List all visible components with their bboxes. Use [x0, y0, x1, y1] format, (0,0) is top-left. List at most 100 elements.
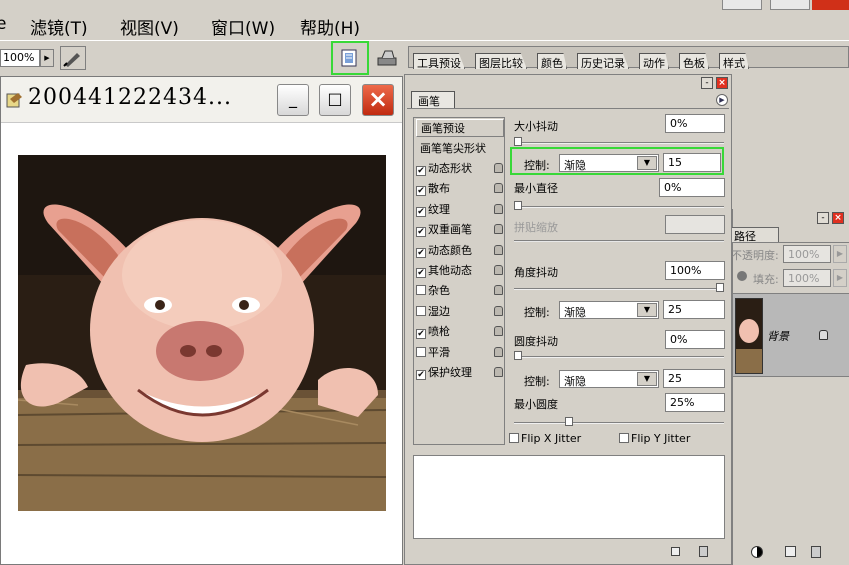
fill-field[interactable]: 100%	[783, 269, 831, 287]
checkbox-icon[interactable]: ✔	[416, 370, 426, 380]
brush-option-item[interactable]: ✔ 动态形状	[416, 160, 504, 178]
menu-edge[interactable]: e	[0, 14, 6, 34]
lock-icon[interactable]	[494, 367, 503, 377]
app-minimize-button[interactable]	[722, 0, 762, 10]
app-maximize-button[interactable]	[770, 0, 810, 10]
lock-icon[interactable]	[494, 244, 503, 255]
layers-close-icon[interactable]: ×	[832, 212, 844, 224]
checkbox-icon[interactable]: ✔	[416, 247, 426, 258]
lock-icon[interactable]	[494, 346, 503, 357]
brush-presets-button[interactable]: 画笔预设	[416, 119, 504, 137]
min-roundness-knob[interactable]	[564, 417, 573, 426]
checkbox-icon[interactable]	[416, 285, 426, 296]
document-titlebar[interactable]: 200441222434... _ □ ×	[1, 77, 402, 123]
flip-y-checkbox[interactable]: Flip Y Jitter	[619, 432, 690, 445]
tab-tool-presets[interactable]: 工具预设	[413, 53, 465, 69]
menu-view[interactable]: 视图(V)	[120, 14, 179, 39]
opacity-arrow-icon[interactable]: ▶	[833, 245, 847, 263]
brush-option-item[interactable]: ✔ 双重画笔	[416, 221, 504, 239]
lock-icon[interactable]	[494, 163, 503, 173]
menu-window[interactable]: 窗口(W)	[211, 14, 275, 39]
checkbox-icon[interactable]	[416, 346, 426, 357]
size-jitter-slider[interactable]	[514, 137, 724, 146]
app-close-button[interactable]	[812, 0, 849, 10]
roundness-jitter-slider[interactable]	[514, 351, 724, 360]
brush-tip-shape-item[interactable]: 画笔笔尖形状	[416, 140, 504, 158]
fill-arrow-icon[interactable]: ▶	[833, 269, 847, 287]
brush-tool-icon[interactable]	[60, 46, 86, 70]
brush-option-item[interactable]: 平滑	[416, 344, 504, 362]
new-layer-icon[interactable]	[785, 546, 796, 557]
flip-x-box[interactable]	[509, 433, 519, 443]
brush-close-icon[interactable]: ×	[716, 77, 728, 89]
angle-control-field[interactable]: 25	[663, 300, 725, 319]
tab-actions[interactable]: 动作	[639, 53, 669, 69]
brush-option-item[interactable]: ✔ 其他动态	[416, 262, 504, 280]
brush-option-item[interactable]: ✔ 动态颜色	[416, 242, 504, 260]
brush-option-item[interactable]: 湿边	[416, 303, 504, 321]
min-diameter-knob[interactable]	[514, 201, 522, 210]
min-roundness-field[interactable]: 25%	[665, 393, 725, 412]
panel-menu-icon[interactable]: ▶	[716, 94, 728, 106]
opacity-field[interactable]: 100%	[783, 245, 831, 263]
lock-icon[interactable]	[494, 224, 503, 235]
checkbox-icon[interactable]: ✔	[416, 227, 426, 238]
lock-icon[interactable]	[494, 326, 503, 337]
min-diameter-field[interactable]: 0%	[659, 178, 725, 197]
tab-paths[interactable]: 路径	[729, 227, 779, 243]
adjustment-layer-icon[interactable]	[751, 546, 763, 558]
chevron-down-icon[interactable]: ▼	[637, 372, 657, 386]
checkbox-icon[interactable]: ✔	[416, 329, 426, 340]
brush-option-item[interactable]: ✔ 纹理	[416, 201, 504, 219]
file-browser-icon[interactable]	[376, 48, 398, 68]
roundness-control-select[interactable]: 渐隐 ▼	[559, 370, 659, 388]
tab-layer-comps[interactable]: 图层比较	[475, 53, 527, 69]
checkbox-icon[interactable]: ✔	[416, 268, 426, 278]
roundness-control-field[interactable]: 25	[663, 369, 725, 388]
angle-control-select[interactable]: 渐隐 ▼	[559, 301, 659, 319]
angle-jitter-knob[interactable]	[716, 283, 724, 292]
checkbox-icon[interactable]	[416, 305, 426, 316]
roundness-jitter-knob[interactable]	[514, 351, 522, 360]
roundness-jitter-field[interactable]: 0%	[665, 330, 725, 349]
close-button[interactable]: ×	[362, 84, 394, 116]
delete-layer-icon[interactable]	[811, 546, 821, 558]
angle-jitter-slider[interactable]	[514, 283, 724, 292]
brush-option-item[interactable]: 杂色	[416, 282, 504, 300]
angle-jitter-field[interactable]: 100%	[665, 261, 725, 280]
checkbox-icon[interactable]: ✔	[416, 186, 426, 197]
brush-option-item[interactable]: ✔ 保护纹理	[416, 364, 504, 382]
lock-icon[interactable]	[494, 203, 503, 214]
size-jitter-field[interactable]: 0%	[665, 114, 725, 133]
minimize-button[interactable]: _	[277, 84, 309, 116]
zoom-field[interactable]: 100%	[0, 49, 40, 67]
brush-option-item[interactable]: ✔ 喷枪	[416, 323, 504, 341]
tab-color[interactable]: 颜色	[537, 53, 567, 69]
chevron-down-icon[interactable]: ▼	[637, 303, 657, 317]
brush-option-item[interactable]: ✔ 散布	[416, 180, 504, 198]
menu-help[interactable]: 帮助(H)	[300, 14, 360, 39]
min-roundness-slider[interactable]	[514, 417, 724, 426]
zoom-arrow-icon[interactable]: ▶	[40, 49, 54, 67]
size-jitter-knob[interactable]	[514, 137, 522, 146]
lock-icon[interactable]	[494, 285, 503, 296]
lock-icon[interactable]	[494, 305, 503, 316]
min-diameter-slider[interactable]	[514, 201, 724, 210]
tilt-scale-field[interactable]	[665, 215, 725, 234]
maximize-button[interactable]: □	[319, 84, 351, 116]
tab-brushes[interactable]: 画笔	[411, 91, 455, 108]
tab-styles[interactable]: 样式	[719, 53, 749, 69]
lock-icon[interactable]	[494, 183, 503, 194]
tab-swatches[interactable]: 色板	[679, 53, 709, 69]
tab-history[interactable]: 历史记录	[577, 53, 629, 69]
checkbox-icon[interactable]: ✔	[416, 166, 426, 176]
menu-filter[interactable]: 滤镜(T)	[30, 14, 88, 39]
layers-minimize-icon[interactable]: -	[817, 212, 829, 224]
new-brush-icon[interactable]	[671, 547, 680, 556]
layer-row[interactable]: 背景	[733, 293, 849, 377]
checkbox-icon[interactable]: ✔	[416, 206, 426, 217]
flip-x-checkbox[interactable]: Flip X Jitter	[509, 432, 581, 445]
brush-minimize-icon[interactable]: -	[701, 77, 713, 89]
delete-brush-icon[interactable]	[699, 546, 708, 557]
flip-y-box[interactable]	[619, 433, 629, 443]
